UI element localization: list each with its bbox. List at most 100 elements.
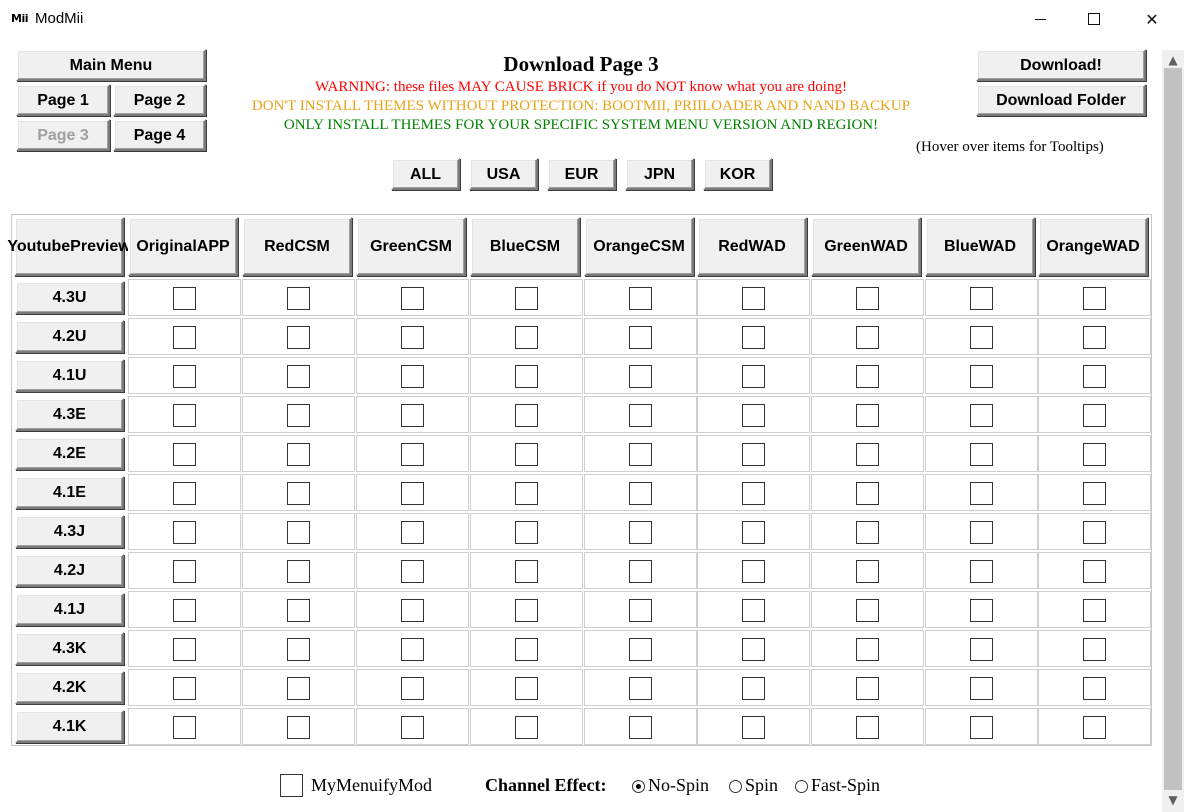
- theme-checkbox[interactable]: [401, 287, 424, 310]
- theme-checkbox[interactable]: [287, 599, 310, 622]
- theme-checkbox[interactable]: [173, 326, 196, 349]
- theme-checkbox[interactable]: [1083, 326, 1106, 349]
- theme-checkbox[interactable]: [515, 599, 538, 622]
- theme-checkbox[interactable]: [856, 599, 879, 622]
- theme-checkbox[interactable]: [970, 287, 993, 310]
- theme-checkbox[interactable]: [629, 326, 652, 349]
- theme-checkbox[interactable]: [970, 677, 993, 700]
- theme-checkbox[interactable]: [856, 482, 879, 505]
- theme-checkbox[interactable]: [742, 365, 765, 388]
- theme-checkbox[interactable]: [515, 287, 538, 310]
- theme-checkbox[interactable]: [742, 443, 765, 466]
- theme-checkbox[interactable]: [173, 638, 196, 661]
- theme-checkbox[interactable]: [287, 404, 310, 427]
- theme-checkbox[interactable]: [173, 599, 196, 622]
- filter-usa-button[interactable]: USA: [469, 158, 538, 190]
- theme-checkbox[interactable]: [515, 521, 538, 544]
- theme-checkbox[interactable]: [515, 326, 538, 349]
- theme-checkbox[interactable]: [1083, 521, 1106, 544]
- radio-no-spin[interactable]: [632, 780, 645, 793]
- theme-checkbox[interactable]: [742, 560, 765, 583]
- theme-checkbox[interactable]: [742, 326, 765, 349]
- theme-checkbox[interactable]: [1083, 482, 1106, 505]
- filter-jpn-button[interactable]: JPN: [625, 158, 694, 190]
- theme-checkbox[interactable]: [970, 521, 993, 544]
- theme-checkbox[interactable]: [1083, 716, 1106, 739]
- theme-checkbox[interactable]: [515, 638, 538, 661]
- theme-checkbox[interactable]: [1083, 677, 1106, 700]
- download-button[interactable]: Download!: [976, 49, 1146, 81]
- theme-checkbox[interactable]: [629, 287, 652, 310]
- theme-checkbox[interactable]: [856, 443, 879, 466]
- theme-checkbox[interactable]: [970, 404, 993, 427]
- theme-checkbox[interactable]: [856, 716, 879, 739]
- theme-checkbox[interactable]: [629, 365, 652, 388]
- theme-checkbox[interactable]: [401, 638, 424, 661]
- maximize-button[interactable]: [1066, 0, 1122, 38]
- theme-checkbox[interactable]: [1083, 638, 1106, 661]
- theme-checkbox[interactable]: [515, 482, 538, 505]
- theme-checkbox[interactable]: [970, 482, 993, 505]
- theme-checkbox[interactable]: [742, 521, 765, 544]
- theme-checkbox[interactable]: [515, 365, 538, 388]
- youtube-preview-button[interactable]: 4.1K: [15, 710, 124, 743]
- filter-eur-button[interactable]: EUR: [547, 158, 616, 190]
- theme-checkbox[interactable]: [401, 599, 424, 622]
- theme-checkbox[interactable]: [742, 287, 765, 310]
- page-1-button[interactable]: Page 1: [16, 84, 110, 116]
- theme-checkbox[interactable]: [287, 716, 310, 739]
- theme-checkbox[interactable]: [287, 443, 310, 466]
- theme-checkbox[interactable]: [287, 365, 310, 388]
- theme-checkbox[interactable]: [401, 677, 424, 700]
- theme-checkbox[interactable]: [401, 521, 424, 544]
- download-folder-button[interactable]: Download Folder: [976, 84, 1146, 116]
- theme-checkbox[interactable]: [1083, 560, 1106, 583]
- theme-checkbox[interactable]: [629, 677, 652, 700]
- theme-checkbox[interactable]: [629, 521, 652, 544]
- theme-checkbox[interactable]: [515, 443, 538, 466]
- youtube-preview-button[interactable]: 4.3K: [15, 632, 124, 665]
- theme-checkbox[interactable]: [401, 365, 424, 388]
- theme-checkbox[interactable]: [629, 560, 652, 583]
- theme-checkbox[interactable]: [970, 716, 993, 739]
- theme-checkbox[interactable]: [629, 716, 652, 739]
- theme-checkbox[interactable]: [856, 521, 879, 544]
- filter-all-button[interactable]: ALL: [391, 158, 460, 190]
- youtube-preview-button[interactable]: 4.2J: [15, 554, 124, 587]
- theme-checkbox[interactable]: [515, 560, 538, 583]
- youtube-preview-button[interactable]: 4.3E: [15, 398, 124, 431]
- theme-checkbox[interactable]: [173, 287, 196, 310]
- theme-checkbox[interactable]: [401, 404, 424, 427]
- theme-checkbox[interactable]: [173, 521, 196, 544]
- theme-checkbox[interactable]: [1083, 443, 1106, 466]
- theme-checkbox[interactable]: [401, 716, 424, 739]
- theme-checkbox[interactable]: [970, 560, 993, 583]
- youtube-preview-button[interactable]: 4.3U: [15, 281, 124, 314]
- youtube-preview-button[interactable]: 4.2K: [15, 671, 124, 704]
- close-button[interactable]: ✕: [1124, 0, 1180, 38]
- theme-checkbox[interactable]: [970, 638, 993, 661]
- scroll-thumb[interactable]: [1164, 68, 1182, 790]
- theme-checkbox[interactable]: [856, 326, 879, 349]
- vertical-scrollbar[interactable]: ▲ ▼: [1162, 50, 1184, 812]
- youtube-preview-button[interactable]: 4.1J: [15, 593, 124, 626]
- scroll-up-icon[interactable]: ▲: [1162, 50, 1184, 70]
- theme-checkbox[interactable]: [629, 404, 652, 427]
- theme-checkbox[interactable]: [515, 677, 538, 700]
- filter-kor-button[interactable]: KOR: [703, 158, 772, 190]
- main-menu-button[interactable]: Main Menu: [16, 49, 206, 81]
- theme-checkbox[interactable]: [287, 482, 310, 505]
- youtube-preview-button[interactable]: 4.2U: [15, 320, 124, 353]
- youtube-preview-button[interactable]: 4.2E: [15, 437, 124, 470]
- theme-checkbox[interactable]: [1083, 599, 1106, 622]
- theme-checkbox[interactable]: [629, 638, 652, 661]
- youtube-preview-button[interactable]: 4.3J: [15, 515, 124, 548]
- mymenuifymod-checkbox[interactable]: [280, 774, 303, 797]
- theme-checkbox[interactable]: [173, 560, 196, 583]
- theme-checkbox[interactable]: [742, 638, 765, 661]
- theme-checkbox[interactable]: [401, 560, 424, 583]
- youtube-preview-button[interactable]: 4.1U: [15, 359, 124, 392]
- theme-checkbox[interactable]: [629, 443, 652, 466]
- theme-checkbox[interactable]: [856, 677, 879, 700]
- theme-checkbox[interactable]: [970, 443, 993, 466]
